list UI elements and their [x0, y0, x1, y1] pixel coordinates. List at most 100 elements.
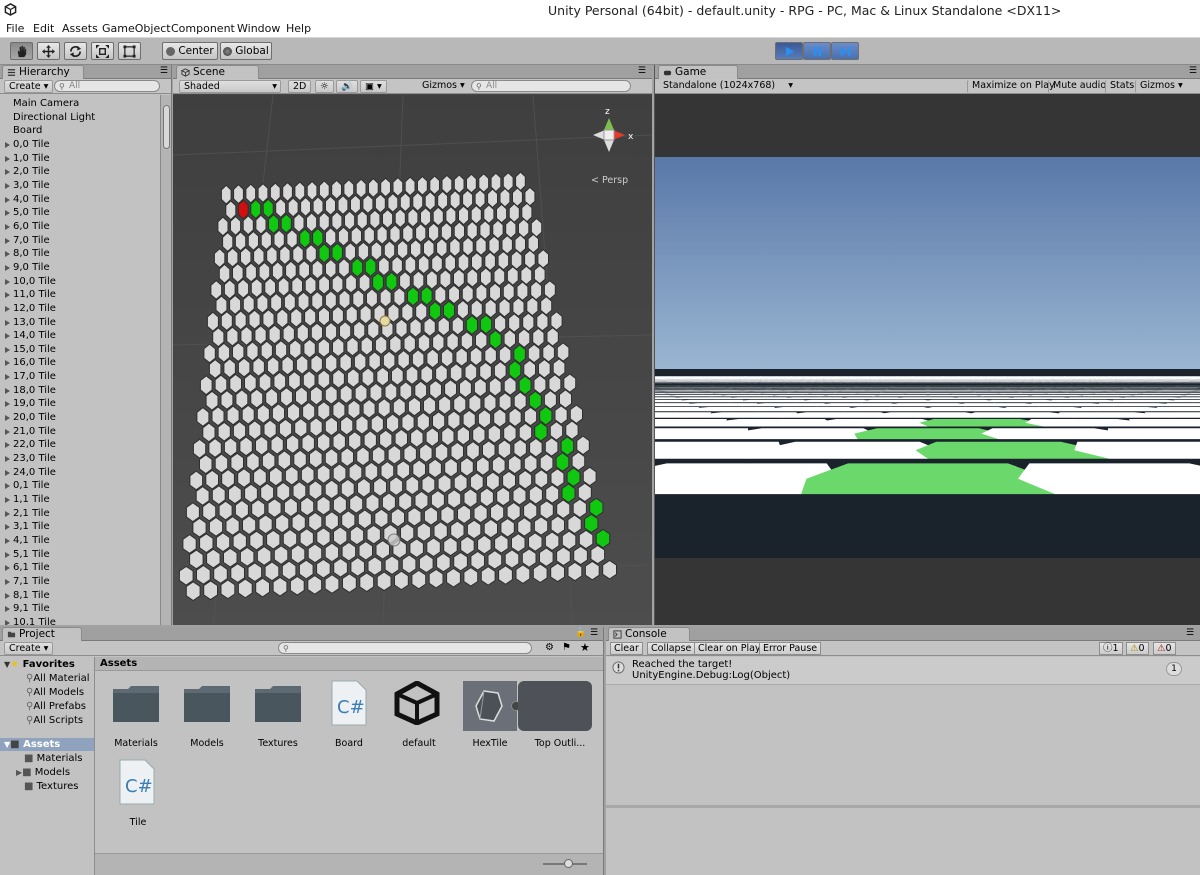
mute-audio-toggle[interactable]: Mute audio: [1048, 80, 1110, 93]
tab-console[interactable]: Console: [608, 627, 690, 641]
folder-icon[interactable]: [183, 685, 231, 723]
console-collapse-button[interactable]: Collapse: [647, 642, 696, 655]
scene-audio-toggle[interactable]: 🔊: [336, 80, 358, 93]
favorite-star-icon[interactable]: ★: [580, 641, 590, 654]
tab-project[interactable]: Project: [2, 627, 82, 641]
hierarchy-item[interactable]: 24,0 Tile: [0, 466, 160, 480]
scene-effects-dropdown[interactable]: ▣ ▾: [360, 80, 387, 93]
panel-menu-icon[interactable]: ☰: [638, 66, 646, 76]
hierarchy-item[interactable]: 20,0 Tile: [0, 411, 160, 425]
folder-icon[interactable]: [112, 685, 160, 723]
hierarchy-item[interactable]: 10,0 Tile: [0, 275, 160, 289]
prefab-child-icon[interactable]: [518, 681, 592, 731]
game-gizmos-dropdown[interactable]: Gizmos ▾: [1135, 80, 1187, 93]
lock-icon[interactable]: 🔒: [575, 628, 586, 638]
hierarchy-item[interactable]: 5,0 Tile: [0, 206, 160, 220]
hierarchy-item[interactable]: 19,0 Tile: [0, 397, 160, 411]
tab-scene[interactable]: Scene: [176, 65, 259, 79]
menu-file[interactable]: File: [6, 22, 24, 35]
hierarchy-item[interactable]: 23,0 Tile: [0, 452, 160, 466]
hex-prefab-icon[interactable]: [474, 689, 504, 723]
console-error-filter[interactable]: ⚠0: [1153, 642, 1176, 655]
hierarchy-item[interactable]: 11,0 Tile: [0, 288, 160, 302]
hierarchy-item[interactable]: 3,0 Tile: [0, 179, 160, 193]
project-create-dropdown[interactable]: Create ▾: [4, 642, 54, 655]
hierarchy-item[interactable]: 0,1 Tile: [0, 479, 160, 493]
panel-menu-icon[interactable]: ☰: [160, 66, 168, 76]
hierarchy-item[interactable]: Directional Light: [0, 111, 160, 125]
folder-icon[interactable]: [254, 685, 302, 723]
scene-lighting-toggle[interactable]: ☼: [315, 80, 334, 93]
panel-menu-icon[interactable]: ☰: [590, 628, 598, 638]
menu-window[interactable]: Window: [237, 22, 280, 35]
hierarchy-item[interactable]: Main Camera: [0, 97, 160, 111]
hierarchy-item[interactable]: 0,0 Tile: [0, 138, 160, 152]
csharp-script-icon[interactable]: C#: [119, 759, 155, 805]
scrollbar-thumb[interactable]: [163, 105, 170, 149]
favorite-all-models[interactable]: ⚲All Models: [26, 687, 84, 698]
menu-edit[interactable]: Edit: [33, 22, 54, 35]
console-warning-filter[interactable]: ⚠0: [1126, 642, 1149, 655]
folder-textures[interactable]: ■ Textures: [24, 781, 78, 792]
maximize-on-play-toggle[interactable]: Maximize on Play: [967, 80, 1059, 93]
favorite-all-materials[interactable]: ⚲All Material: [26, 673, 90, 684]
hierarchy-item[interactable]: 16,0 Tile: [0, 356, 160, 370]
icon-size-slider-handle[interactable]: [564, 859, 573, 868]
hierarchy-item[interactable]: 8,1 Tile: [0, 589, 160, 603]
folder-materials[interactable]: ■ Materials: [24, 753, 82, 764]
console-clear-on-play-button[interactable]: Clear on Play: [694, 642, 765, 655]
hierarchy-item[interactable]: 10,1 Tile: [0, 616, 160, 625]
filter-by-type-icon[interactable]: ⚙: [545, 642, 554, 653]
hierarchy-item[interactable]: 3,1 Tile: [0, 520, 160, 534]
hierarchy-item[interactable]: 9,0 Tile: [0, 261, 160, 275]
hierarchy-item[interactable]: 12,0 Tile: [0, 302, 160, 316]
scene-viewport[interactable]: z x < Persp: [173, 95, 652, 625]
rect-tool-button[interactable]: [118, 42, 141, 60]
favorite-all-scripts[interactable]: ⚲All Scripts: [26, 715, 83, 726]
hierarchy-item[interactable]: 7,1 Tile: [0, 575, 160, 589]
hierarchy-scrollbar[interactable]: [160, 95, 171, 625]
pivot-center-toggle[interactable]: Center: [162, 42, 218, 60]
unity-scene-icon[interactable]: [393, 681, 441, 725]
hand-tool-button[interactable]: [10, 42, 33, 60]
hierarchy-search-input[interactable]: ⚲ All: [54, 80, 160, 92]
hierarchy-item[interactable]: 21,0 Tile: [0, 425, 160, 439]
hierarchy-item[interactable]: 2,1 Tile: [0, 507, 160, 521]
filter-by-label-icon[interactable]: ⚑: [562, 642, 571, 653]
hierarchy-item[interactable]: 5,1 Tile: [0, 548, 160, 562]
hierarchy-item[interactable]: 1,0 Tile: [0, 152, 160, 166]
project-search-input[interactable]: ⚲: [278, 642, 532, 654]
global-local-toggle[interactable]: Global: [220, 42, 272, 60]
favorite-all-prefabs[interactable]: ⚲All Prefabs: [26, 701, 86, 712]
play-button[interactable]: [775, 42, 803, 60]
hierarchy-item[interactable]: 2,0 Tile: [0, 165, 160, 179]
console-splitter[interactable]: [606, 805, 1200, 808]
hierarchy-item[interactable]: 18,0 Tile: [0, 384, 160, 398]
step-button[interactable]: [831, 42, 859, 60]
scale-tool-button[interactable]: [91, 42, 114, 60]
menu-gameobject[interactable]: GameObject: [102, 22, 171, 35]
scene-gizmos-dropdown[interactable]: Gizmos ▾: [418, 80, 469, 93]
hierarchy-item[interactable]: Board: [0, 124, 160, 138]
panel-menu-icon[interactable]: ☰: [1189, 66, 1197, 76]
hierarchy-item[interactable]: 4,1 Tile: [0, 534, 160, 548]
tab-hierarchy[interactable]: Hierarchy: [2, 65, 84, 79]
stats-toggle[interactable]: Stats: [1105, 80, 1138, 93]
menu-assets[interactable]: Assets: [62, 22, 98, 35]
console-error-pause-button[interactable]: Error Pause: [759, 642, 822, 655]
console-log-entry[interactable]: Reached the target! UnityEngine.Debug:Lo…: [606, 657, 1200, 685]
hierarchy-item[interactable]: 14,0 Tile: [0, 329, 160, 343]
assets-root-item[interactable]: ▼■ Assets: [4, 739, 60, 750]
folder-models[interactable]: ▶■ Models: [16, 767, 70, 778]
csharp-script-icon[interactable]: C#: [331, 680, 367, 726]
console-info-filter[interactable]: ⓘ1: [1099, 642, 1123, 655]
hierarchy-item[interactable]: 7,0 Tile: [0, 234, 160, 248]
game-view-render[interactable]: [655, 157, 1200, 558]
persp-label[interactable]: < Persp: [591, 175, 628, 186]
hierarchy-item[interactable]: 13,0 Tile: [0, 316, 160, 330]
favorites-header[interactable]: ▼★ Favorites: [4, 659, 75, 670]
hierarchy-item[interactable]: 22,0 Tile: [0, 438, 160, 452]
shading-mode-dropdown[interactable]: Shaded ▾: [179, 80, 281, 93]
menu-component[interactable]: Component: [171, 22, 235, 35]
hierarchy-item[interactable]: 6,1 Tile: [0, 561, 160, 575]
